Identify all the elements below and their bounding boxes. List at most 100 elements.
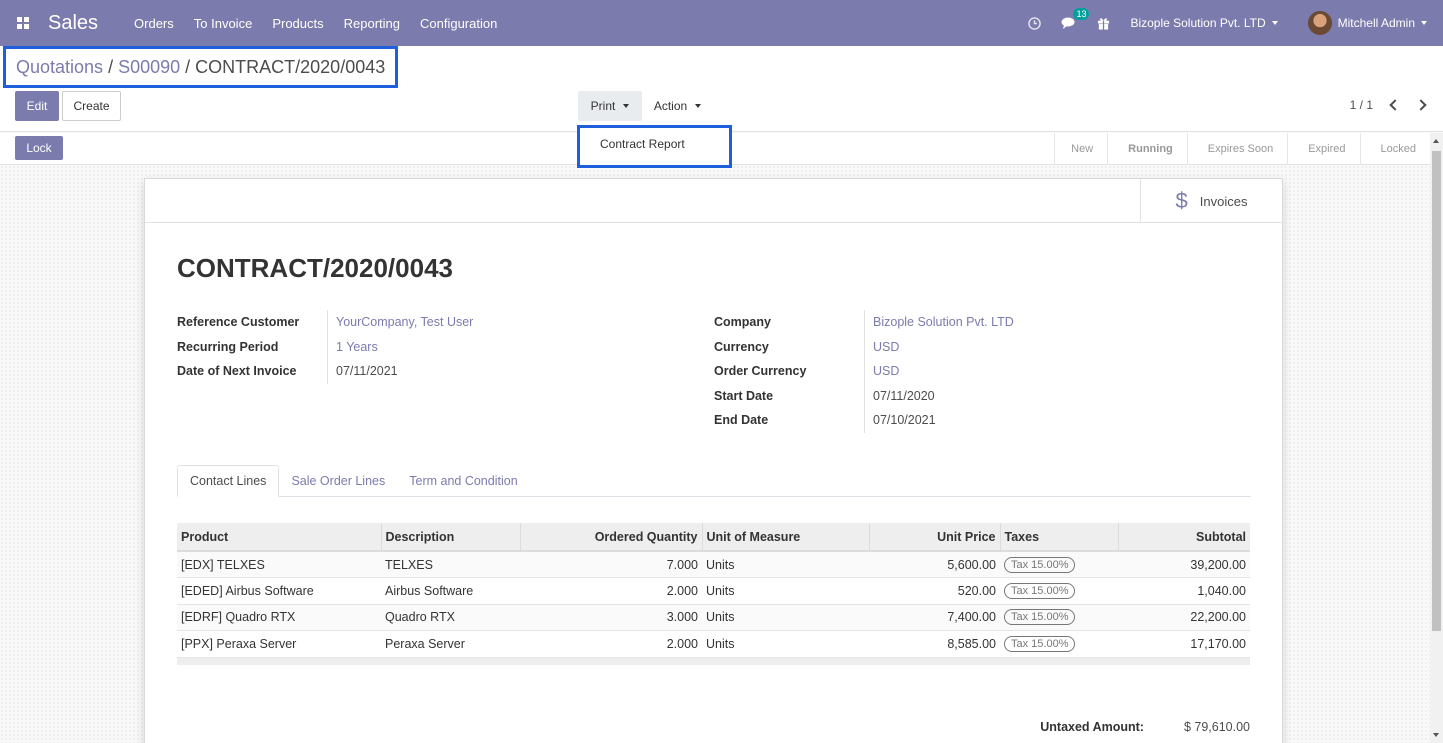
vertical-scrollbar[interactable] <box>1430 133 1443 743</box>
apps-menu-icon[interactable] <box>0 0 46 46</box>
invoices-smart-button[interactable]: $ Invoices <box>1140 179 1282 223</box>
cell-subtotal: 1,040.00 <box>1118 577 1250 605</box>
gift-icon[interactable] <box>1097 17 1110 30</box>
cell-quantity: 2.000 <box>520 577 702 605</box>
cell-unit-price: 8,585.00 <box>869 630 1000 658</box>
table-row[interactable]: [EDX] TELXES TELXES 7.000 Units 5,600.00… <box>177 551 1250 578</box>
app-brand[interactable]: Sales <box>48 12 98 35</box>
cell-taxes: Tax 15.00% <box>1000 551 1118 578</box>
activity-clock-icon[interactable] <box>1028 16 1042 30</box>
cell-uom: Units <box>702 630 869 658</box>
company-value[interactable]: Bizople Solution Pvt. LTD <box>864 310 1014 335</box>
cell-subtotal: 22,200.00 <box>1118 604 1250 631</box>
table-row[interactable]: [PPX] Peraxa Server Peraxa Server 2.000 … <box>177 630 1250 658</box>
cell-unit-price: 5,600.00 <box>869 551 1000 578</box>
stage-expires-soon[interactable]: Expires Soon <box>1186 133 1287 165</box>
edit-button[interactable]: Edit <box>15 91 59 121</box>
column-header-taxes[interactable]: Taxes <box>999 523 1118 552</box>
column-header-subtotal[interactable]: Subtotal <box>1117 523 1250 552</box>
scroll-up-arrow-icon[interactable] <box>1433 139 1439 143</box>
chevron-right-icon[interactable] <box>1415 99 1427 111</box>
tax-badge: Tax 15.00% <box>1004 609 1076 626</box>
cell-description: Airbus Software <box>381 577 520 605</box>
chevron-down-icon <box>1421 21 1427 25</box>
cell-unit-price: 520.00 <box>869 577 1000 605</box>
left-field-group: Reference Customer YourCompany, Test Use… <box>177 310 473 384</box>
cell-product: [EDRF] Quadro RTX <box>177 604 381 631</box>
pager-value[interactable]: 1 / 1 <box>1350 98 1373 112</box>
menu-orders[interactable]: Orders <box>134 16 174 31</box>
tab-contact-lines[interactable]: Contact Lines <box>177 465 280 497</box>
table-footer-row <box>177 657 1250 665</box>
tab-sale-order-lines[interactable]: Sale Order Lines <box>279 465 397 497</box>
chevron-down-icon <box>1271 21 1278 25</box>
menu-item-contract-report[interactable]: Contract Report <box>600 137 685 151</box>
stage-locked[interactable]: Locked <box>1359 133 1430 165</box>
print-label: Print <box>590 99 616 113</box>
stage-expired[interactable]: Expired <box>1287 133 1359 165</box>
stage-new[interactable]: New <box>1054 133 1107 165</box>
column-header-unit-price[interactable]: Unit Price <box>868 523 1000 552</box>
cell-quantity: 7.000 <box>520 551 702 578</box>
dollar-icon: $ <box>1175 188 1188 213</box>
smart-button-box: $ Invoices <box>145 179 1282 223</box>
cell-product: [PPX] Peraxa Server <box>177 630 381 658</box>
print-dropdown-menu: Contract Report <box>577 125 732 168</box>
breadcrumb-order[interactable]: S00090 <box>118 57 180 78</box>
table-row[interactable]: [EDRF] Quadro RTX Quadro RTX 3.000 Units… <box>177 604 1250 631</box>
field-company: Company Bizople Solution Pvt. LTD <box>714 310 1014 335</box>
order-currency-value[interactable]: USD <box>864 359 899 384</box>
menu-products[interactable]: Products <box>272 16 323 31</box>
field-end-date: End Date 07/10/2021 <box>714 408 1014 433</box>
stage-running[interactable]: Running <box>1107 133 1187 165</box>
menu-reporting[interactable]: Reporting <box>344 16 400 31</box>
pager: 1 / 1 <box>1350 98 1427 112</box>
field-label: Date of Next Invoice <box>177 364 297 379</box>
tab-term-and-condition[interactable]: Term and Condition <box>397 465 529 497</box>
column-header-description[interactable]: Description <box>380 523 520 552</box>
avatar <box>1307 11 1332 35</box>
cell-uom: Units <box>702 551 869 578</box>
caret-down-icon <box>695 104 702 108</box>
breadcrumb-quotations[interactable]: Quotations <box>16 57 103 78</box>
column-header-unit-of-measure[interactable]: Unit of Measure <box>701 523 869 552</box>
action-dropdown[interactable]: Action <box>642 91 713 121</box>
field-start-date: Start Date 07/11/2020 <box>714 383 1014 408</box>
record-title: CONTRACT/2020/0043 <box>177 253 453 283</box>
right-field-group: Company Bizople Solution Pvt. LTD Curren… <box>714 310 1014 433</box>
scroll-down-arrow-icon[interactable] <box>1433 733 1439 737</box>
cell-quantity: 3.000 <box>520 604 702 631</box>
currency-value[interactable]: USD <box>864 334 899 359</box>
cell-taxes: Tax 15.00% <box>1000 604 1118 631</box>
table-row[interactable]: [EDED] Airbus Software Airbus Software 2… <box>177 577 1250 605</box>
column-header-ordered-quantity[interactable]: Ordered Quantity <box>519 523 702 552</box>
create-button[interactable]: Create <box>62 91 121 121</box>
company-name: Bizople Solution Pvt. LTD <box>1130 16 1266 30</box>
field-label: Order Currency <box>714 364 807 379</box>
menu-configuration[interactable]: Configuration <box>420 16 497 31</box>
scroll-thumb[interactable] <box>1432 151 1441 631</box>
chat-icon[interactable]: 13 <box>1061 8 1090 30</box>
field-label: Reference Customer <box>177 315 300 330</box>
recurring-period-value[interactable]: 1 Years <box>327 334 378 359</box>
cell-subtotal: 17,170.00 <box>1118 630 1250 658</box>
company-switcher[interactable]: Bizople Solution Pvt. LTD <box>1130 16 1278 30</box>
lock-button[interactable]: Lock <box>15 136 63 160</box>
tax-badge: Tax 15.00% <box>1004 582 1076 599</box>
field-recurring-period: Recurring Period 1 Years <box>177 334 473 359</box>
menu-to-invoice[interactable]: To Invoice <box>194 16 253 31</box>
field-label: Currency <box>714 339 769 354</box>
print-dropdown[interactable]: Print <box>578 91 642 121</box>
chevron-left-icon[interactable] <box>1389 99 1401 111</box>
reference-customer-value[interactable]: YourCompany, Test User <box>327 310 473 335</box>
field-label: Recurring Period <box>177 339 279 354</box>
caret-down-icon <box>623 104 630 108</box>
user-menu[interactable]: Mitchell Admin <box>1307 11 1427 35</box>
totals-summary: Untaxed Amount: $ 79,610.00 <box>1040 720 1250 734</box>
form-sheet: $ Invoices CONTRACT/2020/0043 Reference … <box>144 178 1283 743</box>
cell-subtotal: 39,200.00 <box>1118 551 1250 578</box>
column-header-product[interactable]: Product <box>177 523 381 552</box>
field-label: Start Date <box>714 388 774 403</box>
untaxed-amount-label: Untaxed Amount: <box>1040 720 1144 734</box>
tax-badge: Tax 15.00% <box>1004 556 1076 573</box>
